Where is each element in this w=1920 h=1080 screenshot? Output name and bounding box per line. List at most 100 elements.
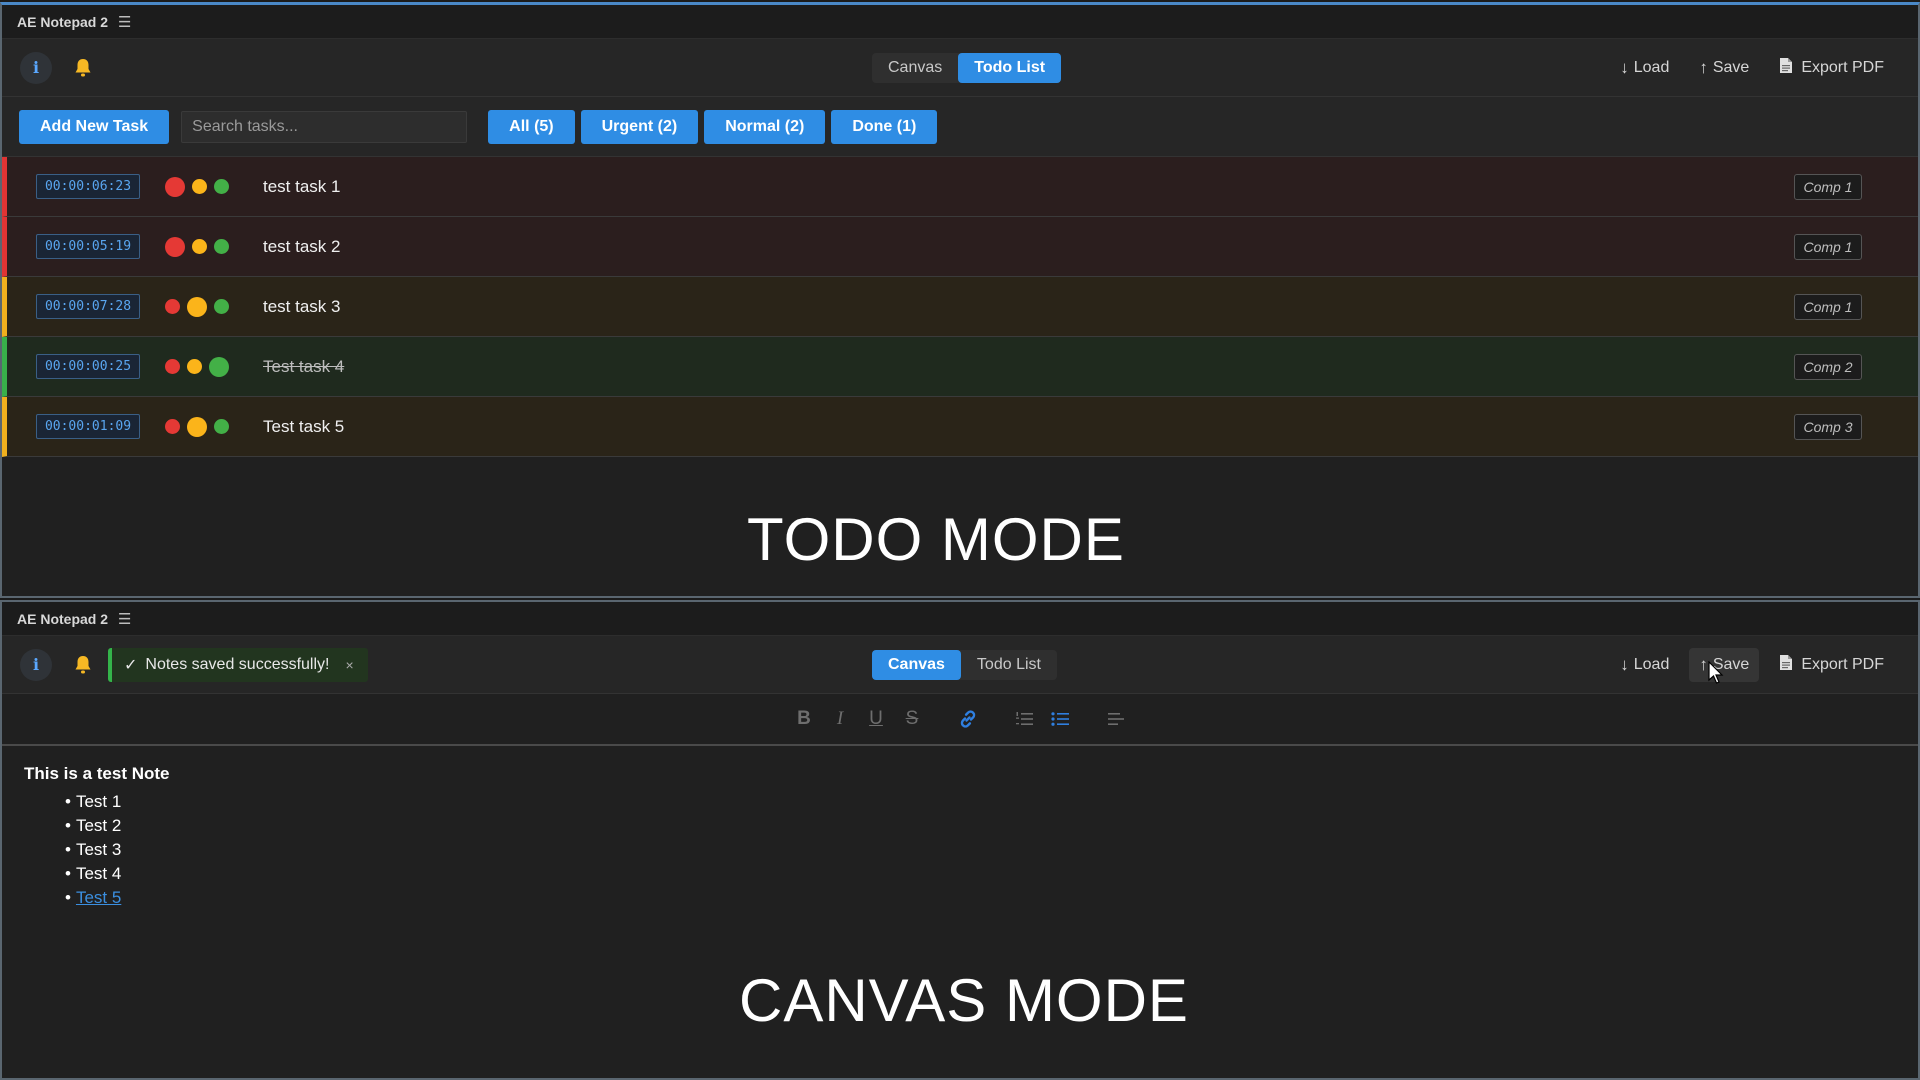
task-title[interactable]: test task 1 — [263, 177, 340, 197]
priority-done-dot[interactable] — [214, 239, 229, 254]
save-button[interactable]: ↑ Save — [1689, 648, 1760, 682]
note-editor[interactable]: This is a test Note • Test 1 • Test 2 • Tes… — [2, 746, 1918, 910]
canvas-panel: AE Notepad 2 ☰ i ✓ Notes saved successfu… — [0, 600, 1920, 1080]
bullet-glyph: • — [65, 816, 71, 835]
save-button[interactable]: ↑ Save — [1689, 51, 1759, 85]
priority-selector — [165, 235, 241, 259]
task-title[interactable]: Test task 4 — [263, 357, 344, 377]
arrow-up-icon: ↑ — [1699, 58, 1708, 77]
note-link[interactable]: Test 5 — [76, 888, 121, 907]
export-pdf-button[interactable]: Export PDF — [1769, 648, 1894, 682]
task-title[interactable]: test task 2 — [263, 237, 340, 257]
tab-todo-list[interactable]: Todo List — [961, 650, 1057, 680]
main-toolbar: i ✓ Notes saved successfully! × Canvas T… — [2, 636, 1918, 694]
underline-button[interactable]: U — [858, 705, 894, 733]
priority-urgent-dot[interactable] — [165, 299, 180, 314]
search-tasks-input[interactable] — [181, 110, 468, 143]
arrow-down-icon: ↓ — [1620, 58, 1629, 77]
titlebar: AE Notepad 2 ☰ — [2, 602, 1918, 636]
bullet-glyph: • — [65, 840, 71, 859]
italic-button[interactable]: I — [822, 705, 858, 733]
priority-urgent-dot[interactable] — [165, 176, 185, 197]
priority-urgent-dot[interactable] — [165, 236, 185, 257]
comp-badge[interactable]: Comp 2 — [1794, 353, 1862, 380]
comp-badge[interactable]: Comp 1 — [1794, 173, 1862, 200]
priority-done-dot[interactable] — [214, 299, 229, 314]
close-icon[interactable]: × — [345, 657, 353, 673]
priority-urgent-dot[interactable] — [165, 419, 180, 434]
priority-done-dot[interactable] — [214, 419, 229, 434]
list-item-text: Test 2 — [75, 816, 122, 835]
tab-canvas[interactable]: Canvas — [872, 53, 958, 83]
menu-icon[interactable]: ☰ — [118, 13, 131, 31]
load-label: Load — [1633, 656, 1670, 673]
filter-done-button[interactable]: Done (1) — [831, 109, 938, 144]
filter-all-button[interactable]: All (5) — [488, 109, 575, 144]
strikethrough-button[interactable]: S — [894, 705, 930, 733]
comp-badge[interactable]: Comp 1 — [1794, 233, 1862, 260]
link-icon[interactable] — [950, 705, 986, 733]
main-toolbar: i Canvas Todo List ↓ Load ↑ Save Export … — [2, 39, 1918, 97]
task-title[interactable]: Test task 5 — [263, 417, 344, 437]
menu-icon[interactable]: ☰ — [118, 610, 131, 628]
task-timer[interactable]: 00:00:06:23 — [36, 174, 140, 199]
filter-normal-button[interactable]: Normal (2) — [704, 109, 826, 144]
list-item-text: Test 1 — [75, 792, 122, 811]
task-row[interactable]: 00:00:05:19 test task 2 Comp 1 — [2, 217, 1918, 277]
bold-button[interactable]: B — [786, 705, 822, 733]
info-icon[interactable]: i — [20, 648, 52, 681]
priority-done-dot[interactable] — [209, 356, 229, 377]
comp-badge[interactable]: Comp 1 — [1794, 293, 1862, 320]
priority-normal-dot[interactable] — [192, 239, 207, 254]
task-timer[interactable]: 00:00:07:28 — [36, 294, 140, 319]
priority-done-dot[interactable] — [214, 179, 229, 194]
priority-normal-dot[interactable] — [187, 416, 207, 437]
priority-selector — [165, 355, 241, 379]
export-pdf-button[interactable]: Export PDF — [1769, 51, 1894, 85]
tab-todo-list[interactable]: Todo List — [958, 53, 1062, 83]
mouse-cursor-icon — [1708, 660, 1724, 690]
list-item: • Test 1 — [65, 790, 1918, 814]
comp-badge[interactable]: Comp 3 — [1794, 413, 1862, 440]
task-row[interactable]: 00:00:00:25 Test task 4 Comp 2 — [2, 337, 1918, 397]
export-pdf-label: Export PDF — [1801, 59, 1884, 76]
task-filterbar: Add New Task All (5) Urgent (2) Normal (… — [2, 97, 1918, 157]
task-row[interactable]: 00:00:07:28 test task 3 Comp 1 — [2, 277, 1918, 337]
priority-normal-dot[interactable] — [187, 359, 202, 374]
bullet-list-icon[interactable] — [1042, 705, 1078, 733]
load-button[interactable]: ↓ Load — [1610, 51, 1679, 85]
mode-switch: Canvas Todo List — [872, 53, 1062, 83]
todo-mode-caption: TODO MODE — [747, 506, 1125, 573]
load-button[interactable]: ↓ Load — [1610, 648, 1679, 682]
add-new-task-button[interactable]: Add New Task — [19, 109, 170, 144]
task-timer[interactable]: 00:00:00:25 — [36, 354, 140, 379]
bullet-glyph: • — [65, 864, 71, 883]
format-toolbar: B I U S — [2, 694, 1918, 746]
task-title[interactable]: test task 3 — [263, 297, 340, 317]
bell-icon[interactable] — [72, 654, 94, 676]
document-icon — [1779, 57, 1793, 79]
task-row[interactable]: 00:00:01:09 Test task 5 Comp 3 — [2, 397, 1918, 457]
list-item: • Test 4 — [65, 862, 1918, 886]
priority-selector — [165, 415, 241, 439]
window-title: AE Notepad 2 — [17, 13, 109, 30]
priority-normal-dot[interactable] — [192, 179, 207, 194]
list-item: • Test 5 — [65, 886, 1918, 910]
task-timer[interactable]: 00:00:01:09 — [36, 414, 140, 439]
list-item: • Test 3 — [65, 838, 1918, 862]
save-success-toast: ✓ Notes saved successfully! × — [108, 647, 368, 682]
arrow-up-icon: ↑ — [1699, 655, 1708, 674]
align-icon[interactable] — [1098, 705, 1134, 733]
task-row[interactable]: 00:00:06:23 test task 1 Comp 1 — [2, 157, 1918, 217]
load-label: Load — [1633, 59, 1670, 76]
check-icon: ✓ — [124, 656, 138, 674]
tab-canvas[interactable]: Canvas — [872, 650, 961, 680]
info-icon[interactable]: i — [20, 51, 52, 84]
task-timer[interactable]: 00:00:05:19 — [36, 234, 140, 259]
priority-normal-dot[interactable] — [187, 296, 207, 317]
priority-urgent-dot[interactable] — [165, 359, 180, 374]
bell-icon[interactable] — [72, 57, 94, 79]
bullet-glyph: • — [65, 888, 71, 907]
ordered-list-icon[interactable] — [1006, 705, 1042, 733]
filter-urgent-button[interactable]: Urgent (2) — [580, 109, 699, 144]
